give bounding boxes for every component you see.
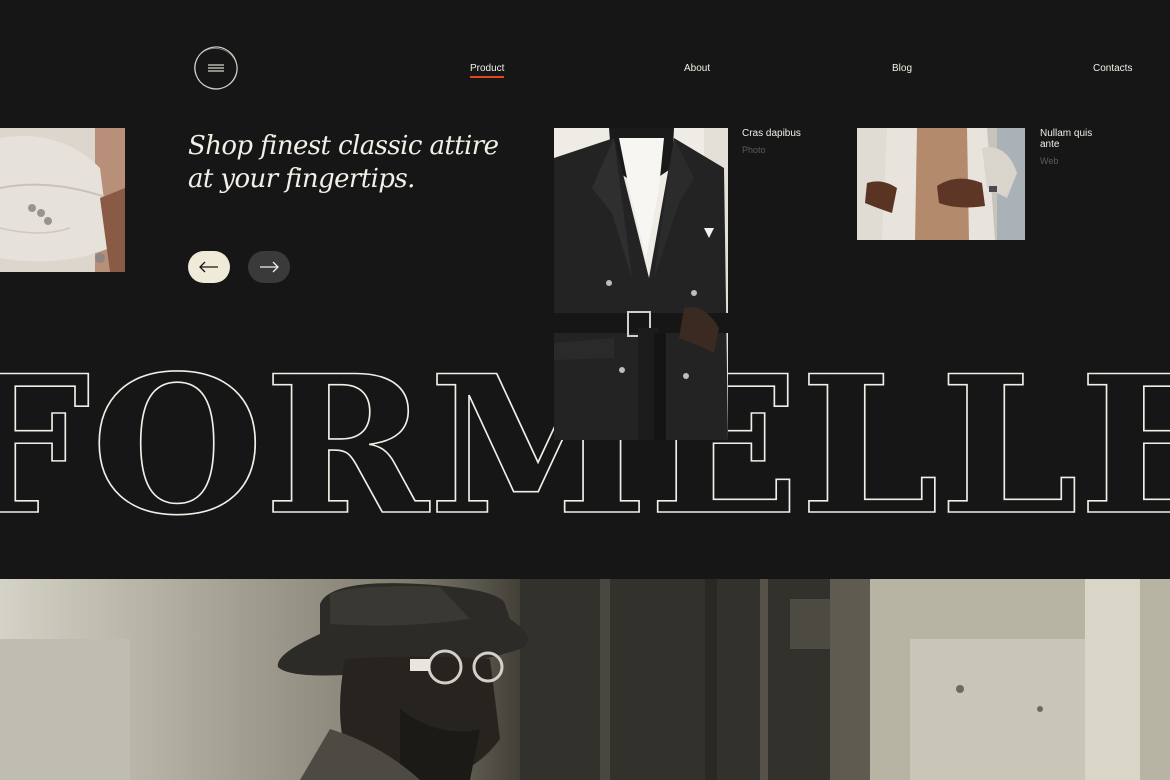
next-button[interactable] [248,251,290,283]
nav-item-product[interactable]: Product [470,63,505,78]
hero-tagline-line-1: Shop finest classic attire [188,131,499,161]
hero-tagline-line-2: at your fingertips. [188,164,415,194]
nav-item-about[interactable]: About [684,63,710,74]
card-title: ante [1040,139,1060,150]
card-category: Photo [742,145,766,155]
prev-button[interactable] [188,251,230,283]
hero-tagline: Shop finest classic attire at your finge… [188,130,508,196]
hamburger-icon [194,46,238,90]
hero-portrait-photo [0,579,1170,780]
card-caption-2: Nullam quis ante Web [1040,128,1092,166]
card-caption-1: Cras dapibus Photo [742,128,801,155]
arrow-right-icon [260,261,279,273]
card-category: Web [1040,156,1059,166]
arrow-left-icon [199,261,218,273]
menu-button[interactable] [193,46,239,90]
nav-item-contacts[interactable]: Contacts [1093,63,1132,74]
coat-photo [554,128,728,440]
card-title: Cras dapibus [742,128,801,139]
hands-photo [857,128,1025,240]
sleeve-photo [0,128,125,272]
card-title: Nullam quis [1040,128,1093,139]
nav-item-blog[interactable]: Blog [892,63,912,74]
